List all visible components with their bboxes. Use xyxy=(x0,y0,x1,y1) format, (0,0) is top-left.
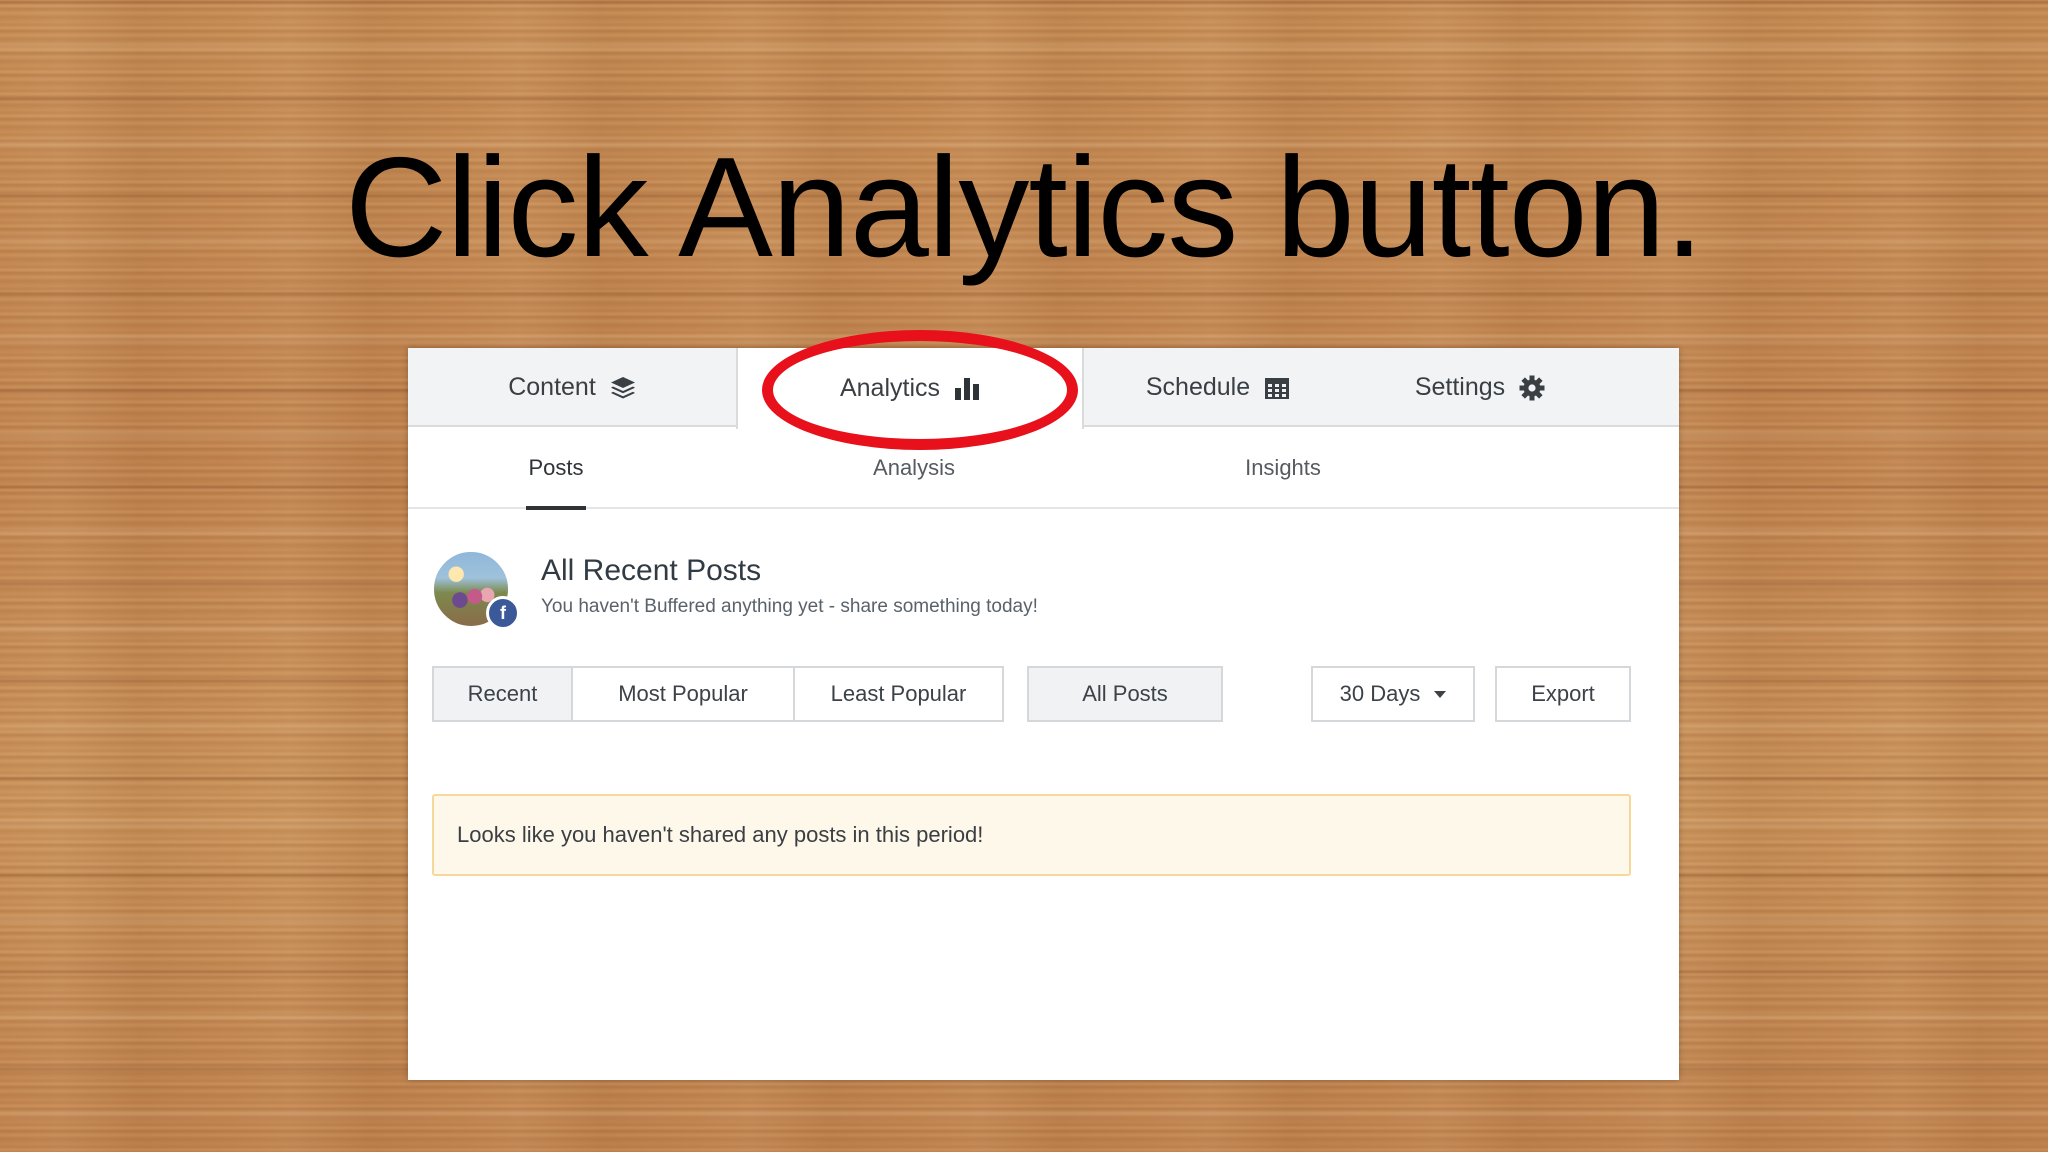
export-button-label: Export xyxy=(1531,681,1595,706)
least-popular-button-label: Least Popular xyxy=(830,681,967,706)
all-posts-button-label: All Posts xyxy=(1082,681,1168,706)
facebook-icon: f xyxy=(486,596,520,630)
top-navigation: Content Analytics Schedule Settings xyxy=(408,348,1679,429)
tab-content-label: Content xyxy=(508,373,596,401)
calendar-icon xyxy=(1264,376,1290,400)
subtab-posts[interactable]: Posts xyxy=(526,427,586,510)
tab-schedule-label: Schedule xyxy=(1145,373,1251,401)
tab-settings-label: Settings xyxy=(1414,373,1506,401)
least-popular-button[interactable]: Least Popular xyxy=(793,666,1004,722)
gear-icon xyxy=(1519,375,1545,401)
bar-chart-icon xyxy=(954,377,980,401)
most-popular-button-label: Most Popular xyxy=(618,681,748,706)
tab-content[interactable]: Content xyxy=(408,348,736,427)
subtab-posts-label: Posts xyxy=(528,455,584,480)
layers-icon xyxy=(610,376,636,400)
date-range-label: 30 Days xyxy=(1339,681,1421,706)
page-subtitle: You haven't Buffered anything yet - shar… xyxy=(541,596,1038,617)
tab-analytics[interactable]: Analytics xyxy=(736,348,1084,429)
subtab-analysis[interactable]: Analysis xyxy=(862,427,966,509)
sub-navigation: Posts Analysis Insights xyxy=(408,427,1679,510)
subtab-insights-label: Insights xyxy=(1245,455,1321,480)
all-posts-button[interactable]: All Posts xyxy=(1027,666,1223,722)
subtab-insights[interactable]: Insights xyxy=(1232,427,1334,509)
tab-analytics-label: Analytics xyxy=(839,374,941,402)
recent-button-label: Recent xyxy=(467,681,538,706)
chevron-down-icon xyxy=(1434,690,1447,698)
empty-period-notice-text: Looks like you haven't shared any posts … xyxy=(457,822,984,847)
buffer-app-panel: Content Analytics Schedule Settings Post… xyxy=(408,348,1679,1080)
date-range-dropdown[interactable]: 30 Days xyxy=(1311,666,1475,722)
recent-button[interactable]: Recent xyxy=(432,666,573,722)
empty-period-notice: Looks like you haven't shared any posts … xyxy=(432,794,1631,876)
most-popular-button[interactable]: Most Popular xyxy=(571,666,795,722)
tab-schedule[interactable]: Schedule xyxy=(1084,348,1352,427)
export-button[interactable]: Export xyxy=(1495,666,1631,722)
subtab-analysis-label: Analysis xyxy=(873,455,955,480)
tab-settings[interactable]: Settings xyxy=(1352,348,1608,427)
slide-instruction: Click Analytics button. xyxy=(344,128,1704,287)
page-title: All Recent Posts xyxy=(541,554,762,587)
